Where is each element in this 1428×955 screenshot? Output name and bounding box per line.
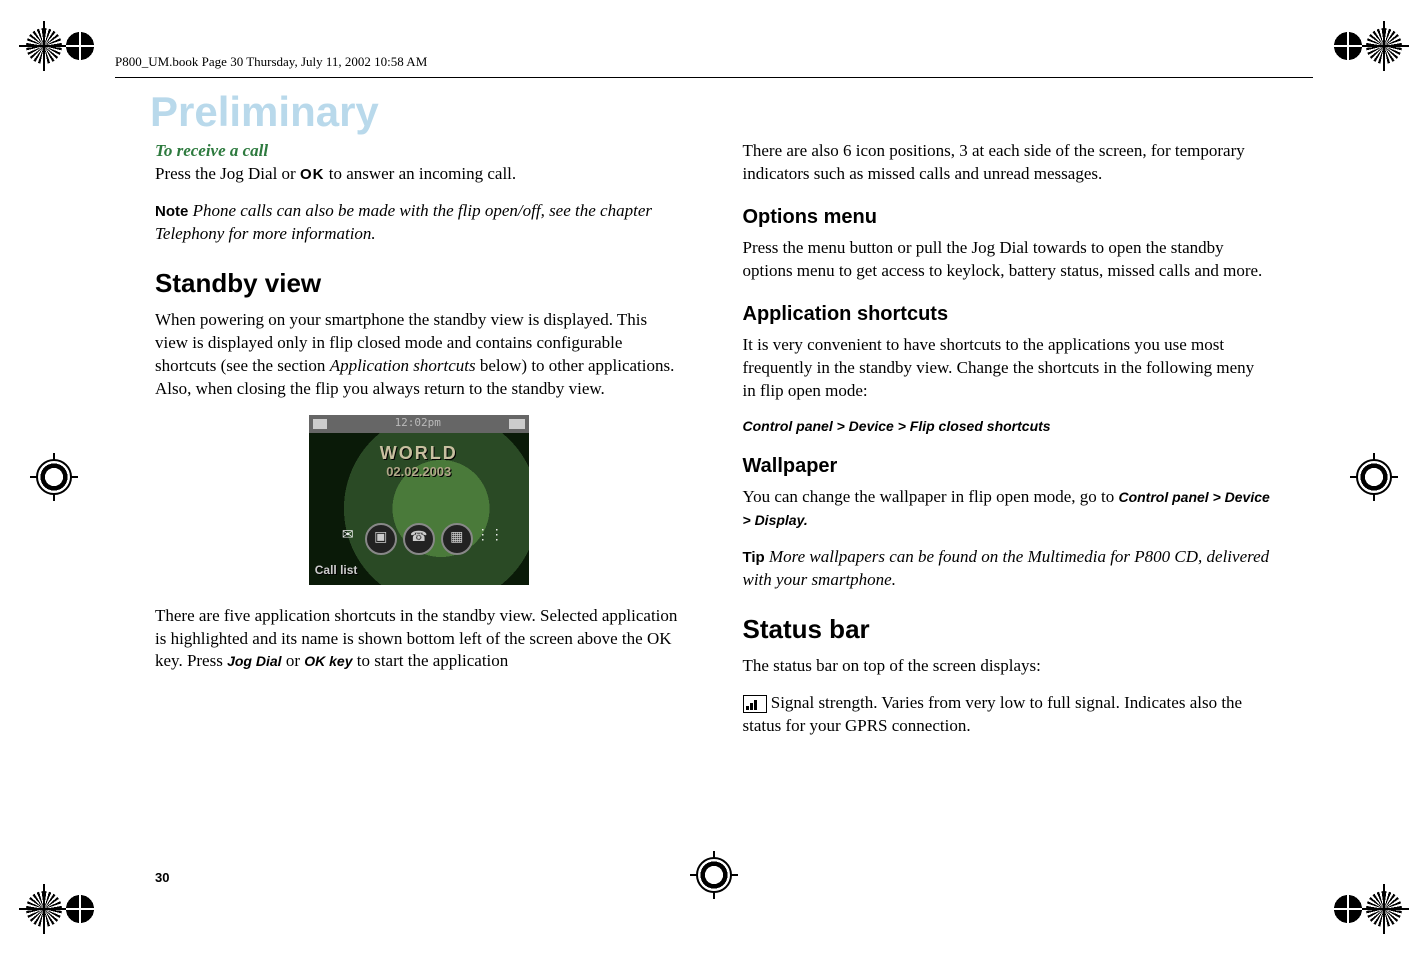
registration-mark-bl: [26, 891, 94, 927]
note-body: Phone calls can also be made with the fl…: [155, 201, 652, 243]
registration-mark-br: [1334, 891, 1402, 927]
shortcut-book-icon: ▣: [365, 523, 397, 555]
jog-dial-label: Jog Dial: [227, 653, 281, 669]
wallpaper-heading: Wallpaper: [743, 453, 1271, 480]
screenshot-date: 02.02.2003: [309, 463, 529, 481]
signal-bars-icon: [313, 419, 327, 429]
registration-mark-left: [30, 453, 78, 501]
receive-call-body: Press the Jog Dial or OK to answer an in…: [155, 163, 683, 186]
receive-suffix: to answer an incoming call.: [324, 164, 516, 183]
note-label: Note: [155, 203, 188, 220]
receive-call-heading: To receive a call: [155, 140, 683, 163]
signal-strength-paragraph: Signal strength. Varies from very low to…: [743, 692, 1271, 738]
app-shortcuts-paragraph: It is very convenient to have shortcuts …: [743, 334, 1271, 403]
ok-key-label-2: OK key: [304, 653, 352, 669]
wallpaper-text: You can change the wallpaper in flip ope…: [743, 487, 1119, 506]
app-shortcuts-path: Control panel > Device > Flip closed sho…: [743, 417, 1271, 436]
note-paragraph: Note Phone calls can also be made with t…: [155, 200, 683, 246]
registration-mark-right: [1350, 453, 1398, 501]
signal-strength-text: Signal strength. Varies from very low to…: [743, 693, 1243, 735]
left-column: To receive a call Press the Jog Dial or …: [155, 140, 683, 752]
running-header: P800_UM.book Page 30 Thursday, July 11, …: [115, 54, 427, 70]
screenshot-shortcut-row: ✉ ▣ ☎ ▦ ⋮⋮: [309, 523, 529, 555]
preliminary-watermark: Preliminary: [150, 88, 379, 136]
body-columns: To receive a call Press the Jog Dial or …: [155, 140, 1270, 752]
registration-mark-tr: [1334, 28, 1402, 64]
tip-label: Tip: [743, 549, 765, 566]
standby-paragraph: When powering on your smartphone the sta…: [155, 309, 683, 401]
wallpaper-paragraph: You can change the wallpaper in flip ope…: [743, 486, 1271, 532]
shortcuts-paragraph: There are five application shortcuts in …: [155, 605, 683, 674]
app-shortcuts-heading: Application shortcuts: [743, 301, 1271, 328]
icon-positions-paragraph: There are also 6 icon positions, 3 at ea…: [743, 140, 1271, 186]
standby-screenshot: 12:02pm WORLD 02.02.2003 ✉ ▣ ☎ ▦ ⋮⋮ Call…: [309, 415, 529, 585]
screenshot-status-bar: 12:02pm: [309, 415, 529, 433]
registration-mark-bottom: [690, 851, 738, 899]
status-bar-heading: Status bar: [743, 612, 1271, 647]
standby-view-heading: Standby view: [155, 266, 683, 301]
standby-em: Application shortcuts: [330, 356, 476, 375]
or-word: or: [282, 651, 305, 670]
shortcut-calendar-icon: ▦: [441, 523, 473, 555]
ok-key-label: OK: [300, 166, 325, 183]
options-menu-heading: Options menu: [743, 204, 1271, 231]
page-number: 30: [155, 870, 169, 885]
header-divider: [115, 77, 1313, 78]
shortcut-mail-icon: ✉: [337, 523, 359, 551]
shortcuts-text-c: to start the application: [352, 651, 508, 670]
tip-body: More wallpapers can be found on the Mult…: [743, 547, 1270, 589]
signal-strength-icon: [743, 695, 767, 713]
status-bar-intro: The status bar on top of the screen disp…: [743, 655, 1271, 678]
screenshot-title: WORLD: [309, 441, 529, 465]
tip-paragraph: Tip More wallpapers can be found on the …: [743, 546, 1271, 592]
receive-prefix: Press the Jog Dial or: [155, 164, 300, 183]
right-column: There are also 6 icon positions, 3 at ea…: [743, 140, 1271, 752]
shortcut-contacts-icon: ☎: [403, 523, 435, 555]
battery-icon: [509, 419, 525, 429]
shortcut-apps-icon: ⋮⋮: [479, 523, 501, 551]
screenshot-bottom-label: Call list: [315, 562, 358, 578]
registration-mark-tl: [26, 28, 94, 64]
screenshot-time: 12:02pm: [395, 416, 441, 431]
options-menu-paragraph: Press the menu button or pull the Jog Di…: [743, 237, 1271, 283]
